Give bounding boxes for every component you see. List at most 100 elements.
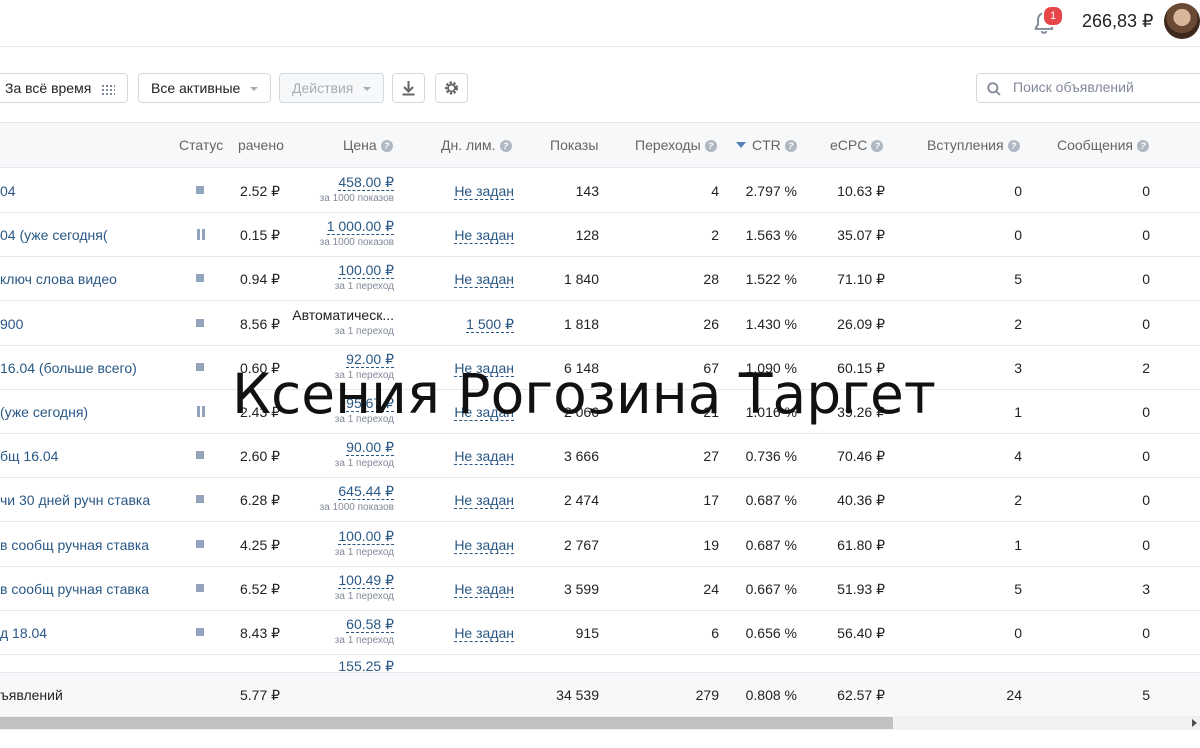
table-row[interactable]: 04 2.52 ₽458.00 ₽ за 1000 показов Не задан 1… [0, 168, 1200, 213]
help-icon[interactable]: ? [871, 140, 884, 152]
day-limit-link[interactable]: Не задан [454, 492, 514, 510]
stop-icon[interactable] [196, 362, 204, 371]
scrollbar-thumb[interactable] [0, 717, 893, 729]
day-limit-link[interactable]: Не задан [454, 625, 514, 642]
actions-select[interactable]: Действия [279, 73, 385, 103]
search-input[interactable] [1011, 78, 1195, 96]
joins-value: 1 [1014, 536, 1022, 553]
search-box[interactable] [976, 73, 1200, 103]
table-row[interactable]: д 18.04 8.43 ₽ 60.58 ₽ за 1 переход Не задан… [0, 610, 1200, 655]
pause-icon[interactable] [196, 229, 206, 241]
account-balance[interactable]: 266,83 ₽ [1082, 11, 1154, 32]
col-spent[interactable]: рачено [238, 137, 284, 153]
price-link[interactable]: 60.58 ₽ [346, 617, 394, 633]
pause-icon[interactable] [196, 406, 206, 417]
help-icon[interactable]: ? [1136, 140, 1149, 152]
stop-icon[interactable] [196, 628, 204, 636]
price-link[interactable]: 100.00 ₽ [338, 263, 394, 280]
col-messages-label: Сообщения [1057, 137, 1133, 153]
day-limit-link[interactable]: Не задан [454, 581, 514, 598]
ad-name-link[interactable]: (уже сегодня) [0, 404, 88, 420]
price-link[interactable]: 645.44 ₽ [338, 484, 394, 501]
col-price[interactable]: Цена? [343, 137, 393, 153]
ad-name-link[interactable]: 900 [0, 316, 23, 332]
day-limit-link[interactable]: 1 500 ₽ [466, 316, 514, 333]
day-limit-link[interactable]: Не задан [454, 537, 514, 554]
period-select[interactable]: За всё время [0, 73, 129, 103]
ad-name-link[interactable]: д 18.04 [0, 625, 47, 641]
impressions-value: 2 474 [563, 492, 599, 509]
spent-value: 8.56 ₽ [240, 315, 281, 332]
ad-name-link[interactable]: 04 (уже сегодня( [0, 227, 108, 243]
col-messages[interactable]: Сообщения? [1057, 137, 1149, 153]
table-row[interactable]: в сообщ ручная ставка 4.25 ₽ 100.00 ₽ за 1 … [0, 522, 1200, 567]
price-link[interactable]: 1 000.00 ₽ [326, 219, 394, 236]
ad-name-link[interactable]: чи 30 дней ручн ставка [0, 492, 150, 508]
col-clicks-label: Переходы [635, 137, 701, 153]
table-row[interactable]: чи 30 дней ручн ставка 6.28 ₽ 645.44 ₽ за 1… [0, 477, 1200, 523]
stop-icon[interactable] [196, 186, 204, 194]
day-limit-link[interactable]: Не задан [454, 227, 514, 245]
ecpc-value: 10.63 ₽ [837, 183, 885, 199]
price-link[interactable]: 458.00 ₽ [338, 175, 394, 191]
help-icon[interactable]: ? [499, 140, 512, 152]
col-status[interactable]: Статус [179, 137, 223, 153]
scroll-right-arrow-icon[interactable] [1188, 716, 1200, 730]
day-limit-link[interactable]: Не задан [454, 183, 514, 200]
price-link[interactable]: 90.00 ₽ [346, 440, 394, 457]
stop-icon[interactable] [196, 274, 204, 283]
ad-name-link[interactable]: 04 [0, 183, 16, 199]
filter-select[interactable]: Все активные [138, 73, 272, 103]
day-limit-link[interactable]: Не задан [454, 271, 514, 289]
table-row[interactable]: 900 8.56 ₽ Автоматическ... за 1 переход 1 50… [0, 301, 1200, 346]
help-icon[interactable]: ? [704, 140, 717, 152]
help-icon[interactable]: ? [784, 140, 797, 152]
col-day-limit[interactable]: Дн. лим.? [441, 137, 512, 153]
col-clicks[interactable]: Переходы? [635, 137, 717, 153]
ad-name-link[interactable]: ключ слова видео [0, 271, 117, 287]
help-icon[interactable]: ? [380, 140, 393, 152]
ad-name-link[interactable]: в сообщ ручная ставка [0, 537, 149, 553]
table-row[interactable]: бщ 16.04 2.60 ₽ 90.00 ₽ за 1 переход Не зада… [0, 433, 1200, 479]
gear-icon [445, 81, 458, 95]
stop-icon[interactable] [196, 318, 204, 327]
avatar[interactable] [1164, 3, 1200, 39]
joins-value: 0 [1014, 183, 1022, 199]
stop-icon[interactable] [196, 495, 204, 504]
spent-value: 0.94 ₽ [240, 271, 281, 288]
table-row[interactable]: ключ слова видео 0.94 ₽ 100.00 ₽ за 1 перех… [0, 256, 1200, 302]
help-icon[interactable]: ? [1007, 140, 1020, 152]
ad-name-link[interactable]: в сообщ ручная ставка [0, 581, 149, 597]
spent-value: 2.52 ₽ [240, 183, 281, 199]
ctr-value: 2.797 % [745, 183, 797, 199]
download-button[interactable] [392, 73, 425, 103]
clicks-value: 6 [711, 625, 719, 641]
price-note: за 1 переход [334, 325, 394, 337]
ctr-value: 1.430 % [745, 315, 797, 332]
settings-button[interactable] [435, 73, 468, 103]
stop-icon[interactable] [196, 539, 204, 548]
ecpc-value: 35.07 ₽ [837, 227, 885, 244]
joins-value: 2 [1014, 492, 1022, 509]
table-row[interactable]: 04 (уже сегодня(0.15 ₽ 1 000.00 ₽ за 1000 … [0, 212, 1200, 258]
notification-badge: 1 [1042, 5, 1064, 27]
ad-name-link[interactable]: 16.04 (больше всего) [0, 360, 137, 376]
stop-icon[interactable] [196, 583, 204, 592]
ad-name-link[interactable]: бщ 16.04 [0, 448, 58, 464]
col-day-limit-label: Дн. лим. [441, 137, 496, 153]
price-link[interactable]: 100.49 ₽ [338, 572, 394, 589]
impressions-value: 3 666 [563, 448, 599, 465]
col-joins[interactable]: Вступления? [927, 137, 1020, 153]
price-link[interactable]: 100.00 ₽ [338, 528, 394, 545]
day-limit-link[interactable]: Не задан [454, 448, 514, 466]
download-icon [402, 81, 415, 96]
col-impressions[interactable]: Показы [550, 137, 598, 153]
messages-value: 0 [1142, 492, 1150, 509]
price-note: за 1 переход [334, 281, 394, 293]
table-row[interactable]: в сообщ ручная ставка 6.52 ₽ 100.49 ₽ за 1 … [0, 566, 1200, 611]
price-link[interactable]: Автоматическ... [292, 307, 394, 323]
col-ecpc[interactable]: eCPC? [830, 137, 884, 153]
stop-icon[interactable] [196, 451, 204, 460]
col-ctr[interactable]: CTR? [736, 137, 797, 153]
chevron-down-icon [363, 87, 372, 92]
